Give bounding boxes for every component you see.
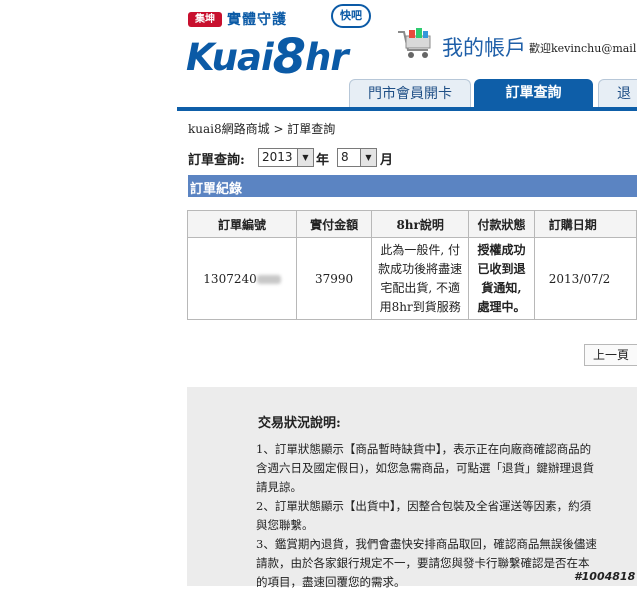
notice-line: 請見諒。 (256, 480, 302, 494)
section-title: 訂單紀錄 (190, 182, 243, 197)
section-header: 訂單紀錄 (188, 175, 637, 197)
notice-line: 請款，由於各家銀行規定不一，要請您與發卡行聯繫確認是否在本 (256, 556, 590, 570)
notice-line: 的項目，盡速回覆您的需求。 (256, 575, 406, 589)
year-select[interactable]: 2013 ▼ (258, 148, 314, 167)
col-amount: 實付金額 (296, 210, 373, 238)
col-8hr-desc: 8hr說明 (371, 210, 470, 238)
order-number-cell[interactable]: 1307240 (186, 237, 298, 320)
tab-order-query[interactable]: 訂單查詢 (474, 79, 593, 107)
notice-line: 3、鑑賞期內退貨，我們會盡快安排商品取回，確認商品無誤後儘速 (256, 537, 597, 551)
nav-underline (177, 107, 637, 111)
table-row: 1307240 37990 此為一般件, 付 款成功後將盡速 宅配出貨, 不適 … (186, 237, 637, 320)
notice-line: 2、訂單狀態顯示【出貨中】，因整合包裝及全省運送等因素，約須 (256, 499, 592, 513)
welcome-text: 歡迎kevinchu@mail (529, 42, 637, 55)
month-select[interactable]: 8 ▼ (337, 148, 377, 167)
col-order-date: 訂購日期 (533, 210, 637, 238)
month-unit: 月 (380, 153, 394, 168)
order-query-label: 訂單查詢: (188, 153, 245, 168)
account-title: 我的帳戶 (442, 36, 526, 60)
redacted-mask (256, 274, 281, 284)
amount-cell: 37990 (296, 237, 373, 320)
prev-page-button[interactable]: 上一頁 (584, 344, 637, 366)
notice-line: 含週六日及國定假日)，如您急需商品，可點選「退貨」鍵辦理退貨 (256, 461, 594, 475)
brand-bubble: 快吧 (331, 4, 371, 28)
chevron-down-icon: ▼ (297, 149, 313, 166)
notice-line: 1、訂單狀態顯示【商品暫時缺貨中】，表示正在向廠商確認商品的 (256, 442, 592, 456)
breadcrumb: kuai8網路商城 > 訂單查詢 (188, 122, 336, 136)
tab-return[interactable]: 退 (598, 79, 637, 108)
tab-member-card[interactable]: 門市會員開卡 (349, 79, 471, 108)
col-order-no: 訂單編號 (186, 210, 298, 238)
desc-cell: 此為一般件, 付 款成功後將盡速 宅配出貨, 不適 用8hr到貨服務 (371, 237, 470, 320)
orders-table: 訂單編號 實付金額 8hr說明 付款狀態 訂購日期 1307240 37990 … (186, 210, 637, 320)
col-payment-status: 付款狀態 (468, 210, 535, 238)
watermark: #1004818 (574, 570, 636, 583)
brand-logo[interactable]: Kuai8hr (186, 26, 349, 85)
table-header-row: 訂單編號 實付金額 8hr說明 付款狀態 訂購日期 (186, 210, 637, 238)
shopping-cart-icon (398, 28, 431, 58)
notice-line: 與您聯繫。 (256, 518, 314, 532)
status-cell: 授權成功 已收到退 貨通知, 處理中。 (468, 237, 535, 320)
notice-title: 交易狀況說明: (258, 416, 341, 431)
date-cell: 2013/07/2 (533, 237, 637, 320)
year-unit: 年 (316, 153, 330, 168)
brand-badge: 集坤 (188, 12, 222, 27)
chevron-down-icon: ▼ (360, 149, 376, 166)
